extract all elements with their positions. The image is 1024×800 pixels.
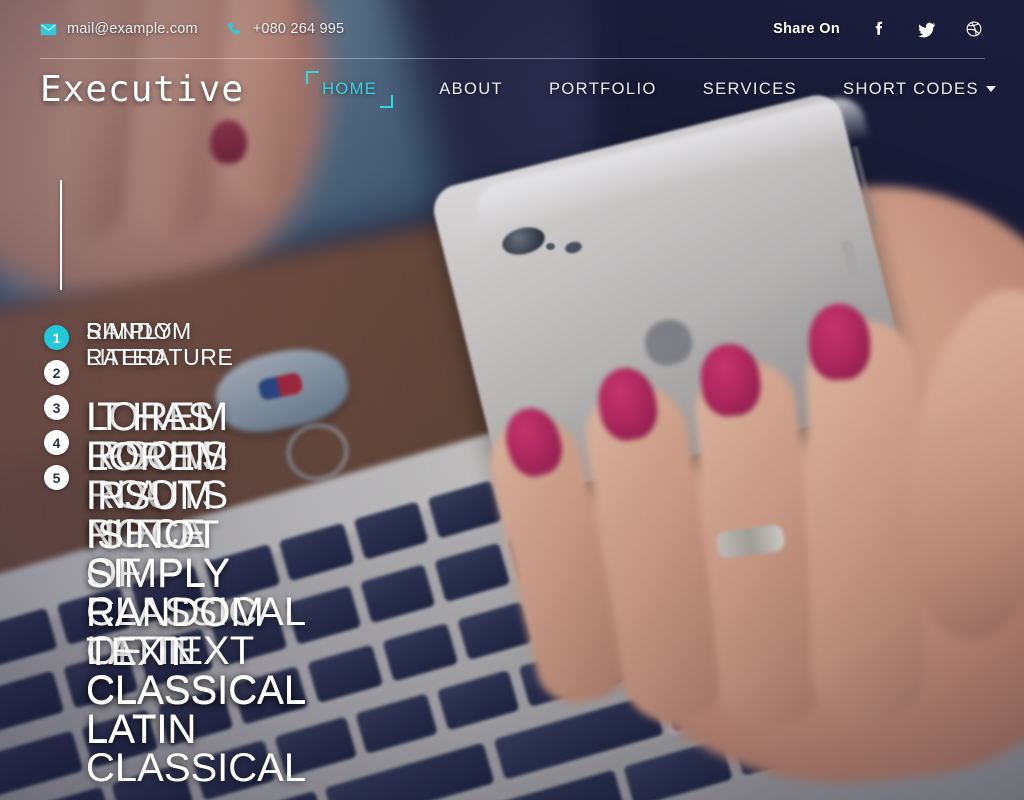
dribbble-icon[interactable]: [964, 19, 984, 39]
twitter-icon[interactable]: [916, 19, 936, 39]
slider-bullet-2[interactable]: 2: [44, 360, 69, 385]
slide-caption: LOREM IPSUM IS NOT SIMPLY RANDOM TEXT CL…: [86, 435, 307, 752]
envelope-icon: [40, 21, 57, 38]
phone-contact[interactable]: +080 264 995: [226, 21, 345, 38]
nav-item-portfolio[interactable]: PORTFOLIO: [549, 74, 657, 105]
site-logo[interactable]: Executive: [40, 69, 244, 110]
nav-item-short-codes[interactable]: SHORT CODES: [843, 74, 996, 105]
site-header: Executive HOME ABOUT PORTFOLIO SERVICES SHOR…: [0, 58, 1024, 120]
nav-item-about[interactable]: ABOUT: [439, 74, 503, 105]
nav-item-label: PORTFOLIO: [549, 79, 657, 98]
share-on-label: Share On: [773, 21, 840, 37]
slider-captions: RANDOM LITERATURE SIMPLY RATED LOREM IPSUM…: [0, 0, 1024, 800]
facebook-icon[interactable]: [868, 19, 888, 39]
phone-icon: [226, 21, 243, 38]
nav-item-label: SHORT CODES: [843, 79, 979, 98]
active-bracket-bottom-right: [380, 94, 394, 108]
nav-item-home[interactable]: HOME: [306, 70, 394, 108]
email-text: mail@example.com: [67, 21, 198, 37]
nav-item-services[interactable]: SERVICES: [703, 74, 797, 105]
main-navigation: HOMEABOUTPORTFOLIOSERVICESSHORT CODESCON…: [306, 70, 1024, 108]
phone-text: +080 264 995: [252, 21, 345, 37]
slider-bullet-1[interactable]: 1: [44, 325, 69, 350]
nav-item-label: ABOUT: [439, 79, 504, 98]
chevron-down-icon: [985, 86, 996, 93]
slider-bullet-5[interactable]: 5: [44, 465, 69, 490]
active-bracket-top-left: [306, 70, 320, 84]
slider-bullet-3[interactable]: 3: [44, 395, 69, 420]
social-share-group: Share On: [773, 19, 984, 39]
email-contact[interactable]: mail@example.com: [40, 21, 198, 38]
slider-pagination: 1 2 3 4 5: [44, 325, 69, 490]
nav-item-label: SERVICES: [702, 79, 798, 98]
top-contact-info: mail@example.com +080 264 995: [40, 21, 344, 38]
nav-item-label: HOME: [322, 79, 378, 98]
slide-caption: SIMPLY RATED: [86, 318, 173, 370]
slider-bullet-4[interactable]: 4: [44, 430, 69, 455]
top-contact-bar: mail@example.com +080 264 995 Share On: [0, 0, 1024, 58]
